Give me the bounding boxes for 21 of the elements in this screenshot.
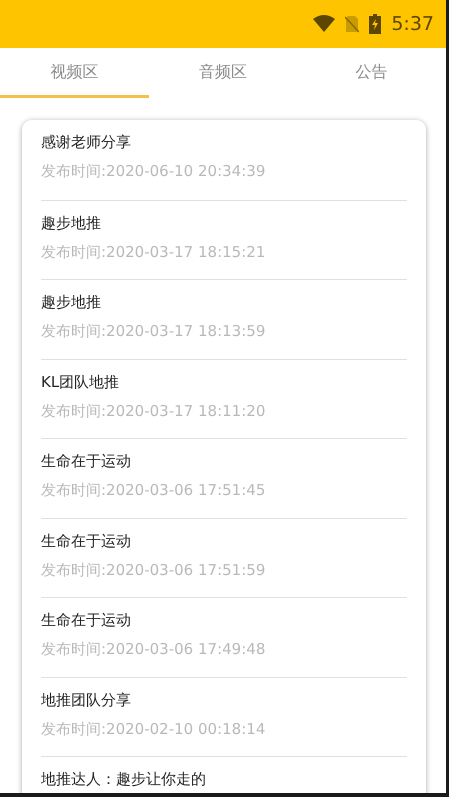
post-time: 发布时间:2020-03-06 17:51:45 bbox=[41, 480, 266, 501]
post-time: 发布时间:2020-03-17 18:15:21 bbox=[41, 242, 266, 262]
post-time: 发布时间:2020-03-17 18:11:20 bbox=[41, 400, 266, 422]
post-title[interactable]: 生命在于运动 bbox=[41, 608, 407, 632]
post-title[interactable]: 生命在于运动 bbox=[41, 528, 407, 552]
status-time: 5:37 bbox=[391, 12, 434, 37]
post-time: 发布时间:2020-03-06 17:49:48 bbox=[41, 639, 266, 660]
no-sim-icon bbox=[345, 15, 360, 33]
post-title[interactable]: 感谢老师分享 bbox=[41, 130, 407, 154]
post-title[interactable]: 趣步地推 bbox=[41, 290, 407, 314]
post-title[interactable]: KL团队地推 bbox=[41, 370, 407, 394]
post-time: 发布时间:2020-03-06 17:51:59 bbox=[41, 560, 266, 580]
post-time: 发布时间:2020-03-17 18:13:59 bbox=[41, 321, 266, 342]
post-title[interactable]: 生命在于运动 bbox=[41, 449, 407, 473]
post-title[interactable]: 趣步地推 bbox=[41, 210, 407, 234]
post-time: 发布时间:2020-02-10 00:18:14 bbox=[41, 718, 266, 740]
post-title[interactable]: 地推团队分享 bbox=[41, 688, 407, 712]
battery-charging-icon bbox=[369, 14, 382, 34]
post-title[interactable]: 地推达人：趣步让你走的 bbox=[41, 767, 407, 791]
post-time: 发布时间:2020-06-10 20:34:39 bbox=[41, 161, 266, 182]
wifi-icon bbox=[313, 15, 336, 33]
